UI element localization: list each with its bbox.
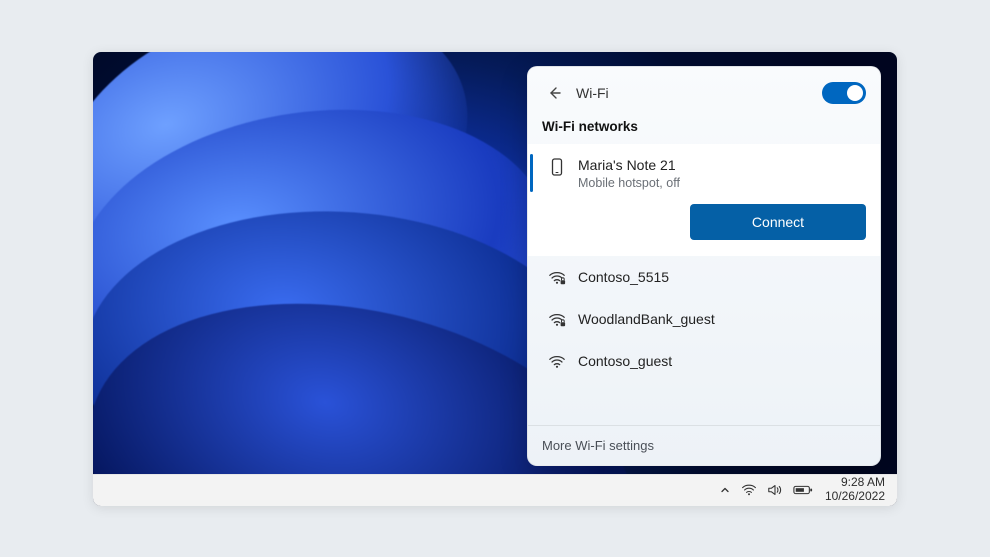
desktop: Wi-Fi Wi-Fi networks Maria's Note 21 Mob… — [93, 52, 897, 506]
flyout-title: Wi-Fi — [576, 85, 812, 101]
network-name: Maria's Note 21 — [578, 156, 866, 174]
section-title: Wi-Fi networks — [528, 115, 880, 144]
connect-button[interactable]: Connect — [690, 204, 866, 240]
network-item[interactable]: Contoso_5515 — [528, 256, 880, 298]
network-item-selected[interactable]: Maria's Note 21 Mobile hotspot, off Conn… — [528, 144, 880, 256]
network-text: Maria's Note 21 Mobile hotspot, off Conn… — [578, 156, 866, 240]
wifi-icon — [548, 352, 566, 370]
battery-tray-icon[interactable] — [793, 484, 813, 496]
network-list: Maria's Note 21 Mobile hotspot, off Conn… — [528, 144, 880, 425]
wifi-tray-icon[interactable] — [741, 483, 757, 497]
wifi-lock-icon — [548, 310, 566, 328]
taskbar-clock[interactable]: 9:28 AM 10/26/2022 — [825, 476, 885, 504]
volume-tray-icon[interactable] — [767, 483, 783, 497]
network-name: WoodlandBank_guest — [578, 310, 866, 328]
wifi-toggle[interactable] — [822, 82, 866, 104]
network-name: Contoso_5515 — [578, 268, 866, 286]
taskbar-date: 10/26/2022 — [825, 490, 885, 504]
back-button[interactable] — [542, 81, 566, 105]
network-name: Contoso_guest — [578, 352, 866, 370]
taskbar: 9:28 AM 10/26/2022 — [93, 474, 897, 506]
wifi-flyout: Wi-Fi Wi-Fi networks Maria's Note 21 Mob… — [527, 66, 881, 466]
arrow-left-icon — [546, 85, 562, 101]
network-item[interactable]: Contoso_guest — [528, 340, 880, 382]
wifi-lock-icon — [548, 268, 566, 286]
tray-overflow-icon[interactable] — [719, 484, 731, 496]
phone-icon — [548, 156, 566, 176]
network-subtitle: Mobile hotspot, off — [578, 176, 866, 190]
system-tray — [719, 483, 813, 497]
taskbar-time: 9:28 AM — [841, 476, 885, 490]
more-wifi-settings-link[interactable]: More Wi-Fi settings — [528, 425, 880, 465]
wifi-flyout-header: Wi-Fi — [528, 67, 880, 115]
network-item[interactable]: WoodlandBank_guest — [528, 298, 880, 340]
